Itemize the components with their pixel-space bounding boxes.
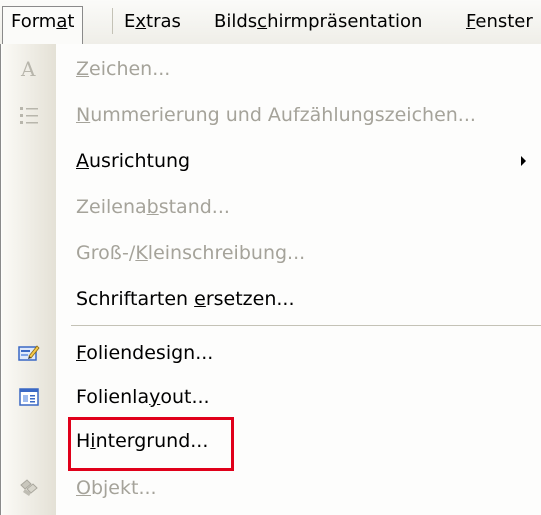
menu-item-folienlayout[interactable]: Folienlayout...	[2, 376, 541, 418]
format-dropdown-menu: A Zeichen... Nummerierung und Aufzählung…	[0, 44, 541, 515]
letter-a-icon: A	[2, 48, 56, 90]
menu-item-foliendesign[interactable]: Foliendesign...	[2, 332, 541, 374]
menu-item-label-b: out...	[160, 386, 210, 408]
menu-item-gross-kleinschreibung[interactable]: Groß-/Kleinschreibung...	[2, 232, 541, 274]
menu-item-label-a: Schriftarten	[76, 288, 195, 310]
menu-item-accel: b	[146, 196, 159, 218]
menu-item-label-a: H	[76, 430, 91, 452]
slide-design-icon	[2, 332, 56, 374]
menu-item-accel: K	[135, 242, 148, 264]
menu-format-accel: a	[56, 11, 68, 32]
object-icon	[2, 467, 56, 509]
menu-show-label-b: hirmpräsentation	[267, 11, 423, 32]
submenu-arrow-icon	[521, 156, 526, 166]
menu-item-label-b: eichen...	[89, 58, 171, 80]
menu-item-accel: A	[76, 150, 89, 172]
menu-extras[interactable]: Extras	[124, 6, 181, 38]
menu-item-label-a: Zeilena	[76, 196, 147, 218]
menu-item-label-b: bjekt...	[90, 477, 157, 499]
menu-item-label-b: oliendesign...	[86, 342, 214, 364]
svg-text:A: A	[20, 58, 36, 80]
menu-item-label-b: usrichtung	[89, 150, 191, 172]
menu-item-schriftarten-ersetzen[interactable]: Schriftarten ersetzen...	[2, 278, 541, 320]
menu-format-label-b: t	[67, 11, 75, 32]
menu-format[interactable]: Format	[2, 6, 84, 44]
menu-extras-accel: x	[135, 11, 147, 32]
menu-item-accel: e	[194, 288, 206, 310]
screenshot-root: Format Extras Bildschirmpräsentation Fen…	[0, 0, 541, 515]
menu-extras-label-a: E	[124, 11, 136, 32]
menu-item-accel: O	[76, 477, 91, 499]
menu-item-objekt[interactable]: Objekt...	[2, 467, 541, 509]
menu-item-accel: y	[149, 386, 161, 408]
menubar-divider	[112, 8, 113, 34]
menu-format-label-a: Form	[11, 11, 57, 32]
menu-item-zeichen[interactable]: A Zeichen...	[2, 48, 541, 90]
menu-item-label-a: Folienla	[76, 386, 150, 408]
menu-item-label-b: stand...	[158, 196, 230, 218]
menu-item-label-b: ummerierung und Aufzählungszeichen...	[90, 104, 476, 126]
menu-item-label-b: rsetzen...	[205, 288, 295, 310]
menu-item-accel: Z	[76, 58, 90, 80]
menu-item-label-b: ntergrund...	[95, 430, 209, 452]
menu-item-hintergrund[interactable]: Hintergrund...	[2, 420, 541, 462]
menu-item-accel: N	[76, 104, 91, 126]
menu-bar: Format Extras Bildschirmpräsentation Fen…	[0, 0, 541, 45]
menu-item-zeilenabstand[interactable]: Zeilenabstand...	[2, 186, 541, 228]
menu-item-label-a: Groß-/	[76, 242, 136, 264]
menu-item-nummerierung[interactable]: Nummerierung und Aufzählungszeichen...	[2, 94, 541, 136]
menu-show-label-a: Bilds	[214, 11, 258, 32]
slide-layout-icon	[2, 376, 56, 418]
menu-item-accel: F	[76, 342, 87, 364]
menu-item-label-b: leinschreibung...	[147, 242, 306, 264]
menu-bildschirmpraesentation[interactable]: Bildschirmpräsentation	[214, 6, 422, 38]
menu-fenster[interactable]: Fenster	[466, 6, 533, 38]
menu-show-accel: c	[257, 11, 268, 32]
menu-separator	[71, 325, 541, 326]
menu-fenster-label-b: enster	[475, 11, 533, 32]
bullet-list-icon	[2, 94, 56, 136]
menu-item-ausrichtung[interactable]: Ausrichtung	[2, 140, 541, 182]
menu-fenster-accel: F	[466, 11, 476, 32]
menu-extras-label-b: tras	[146, 11, 181, 32]
